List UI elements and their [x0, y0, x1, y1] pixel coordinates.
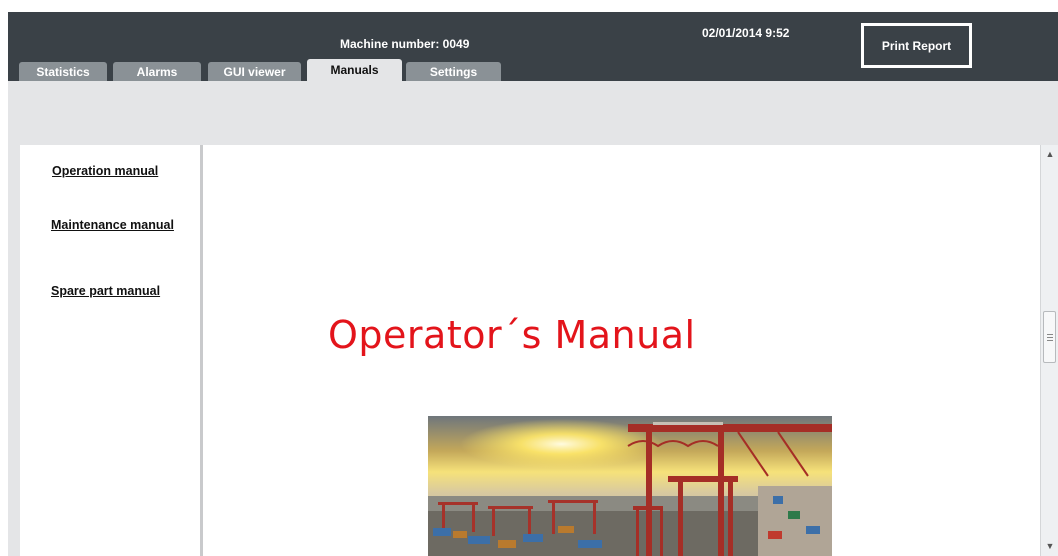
- print-report-button[interactable]: Print Report: [861, 23, 972, 68]
- document-title: Operator´s Manual: [328, 313, 696, 357]
- scroll-down-arrow-icon[interactable]: ▼: [1045, 541, 1055, 551]
- manuals-content: Operation manual Maintenance manual Spar…: [20, 145, 1058, 556]
- scroll-grip-icon: [1047, 334, 1053, 341]
- toolbar-area: [8, 81, 1058, 145]
- tab-statistics[interactable]: Statistics: [19, 62, 107, 81]
- scroll-up-arrow-icon[interactable]: ▲: [1045, 149, 1055, 159]
- datetime-label: 02/01/2014 9:52: [702, 26, 790, 40]
- scroll-thumb[interactable]: [1043, 311, 1056, 363]
- document-viewer[interactable]: Operator´s Manual: [210, 145, 1038, 556]
- manuals-nav: Operation manual Maintenance manual Spar…: [20, 145, 203, 556]
- spare-part-manual-link[interactable]: Spare part manual: [51, 284, 160, 298]
- header-bar: Machine number: 0049 02/01/2014 9:52 Pri…: [8, 12, 1058, 81]
- operation-manual-link[interactable]: Operation manual: [52, 164, 158, 178]
- manuals-app-window: Machine number: 0049 02/01/2014 9:52 Pri…: [8, 12, 1058, 556]
- machine-number-label: Machine number: 0049: [340, 37, 470, 51]
- tab-alarms[interactable]: Alarms: [113, 62, 201, 81]
- vertical-scrollbar[interactable]: ▲ ▼: [1040, 145, 1058, 556]
- tab-settings[interactable]: Settings: [406, 62, 501, 81]
- maintenance-manual-link[interactable]: Maintenance manual: [51, 218, 174, 232]
- port-cranes-photo: [428, 416, 832, 556]
- tab-gui-viewer[interactable]: GUI viewer: [208, 62, 301, 81]
- tab-manuals[interactable]: Manuals: [307, 59, 402, 81]
